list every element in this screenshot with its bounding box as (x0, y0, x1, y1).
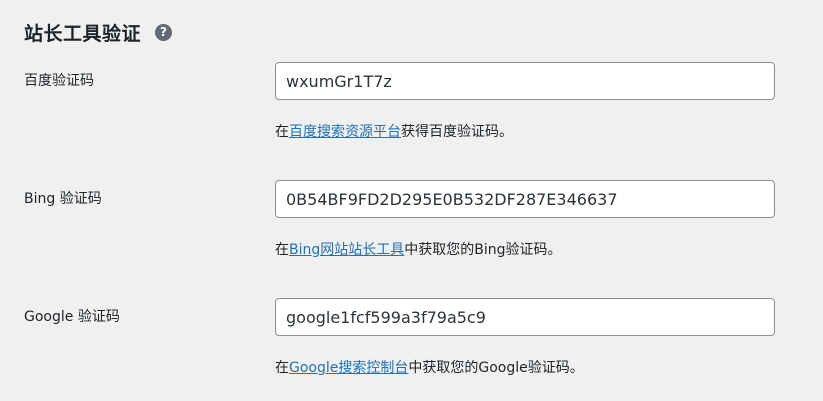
bing-webmaster-tools-link[interactable]: Bing网站站长工具 (289, 242, 404, 258)
description-prefix: 在 (275, 124, 289, 140)
bing-verification-description: 在Bing网站站长工具中获取您的Bing验证码。 (275, 240, 562, 260)
help-icon[interactable]: ? (155, 23, 173, 41)
baidu-verification-description: 在百度搜索资源平台获得百度验证码。 (275, 122, 513, 142)
google-verification-label: Google 验证码 (24, 309, 120, 325)
baidu-verification-label: 百度验证码 (24, 73, 94, 89)
bing-verification-label: Bing 验证码 (24, 191, 102, 207)
section-header: 站长工具验证 ? (24, 18, 173, 46)
google-search-console-link[interactable]: Google搜索控制台 (289, 360, 408, 376)
google-verification-input[interactable] (275, 298, 775, 336)
google-verification-description: 在Google搜索控制台中获取您的Google验证码。 (275, 358, 584, 378)
description-suffix: 获得百度验证码。 (401, 124, 513, 140)
description-suffix: 中获取您的Google验证码。 (408, 360, 584, 376)
baidu-search-resource-link[interactable]: 百度搜索资源平台 (289, 124, 401, 140)
description-prefix: 在 (275, 242, 289, 258)
description-suffix: 中获取您的Bing验证码。 (404, 242, 562, 258)
section-title: 站长工具验证 (24, 22, 142, 45)
bing-verification-input[interactable] (275, 180, 775, 218)
baidu-verification-input[interactable] (275, 62, 775, 100)
description-prefix: 在 (275, 360, 289, 376)
